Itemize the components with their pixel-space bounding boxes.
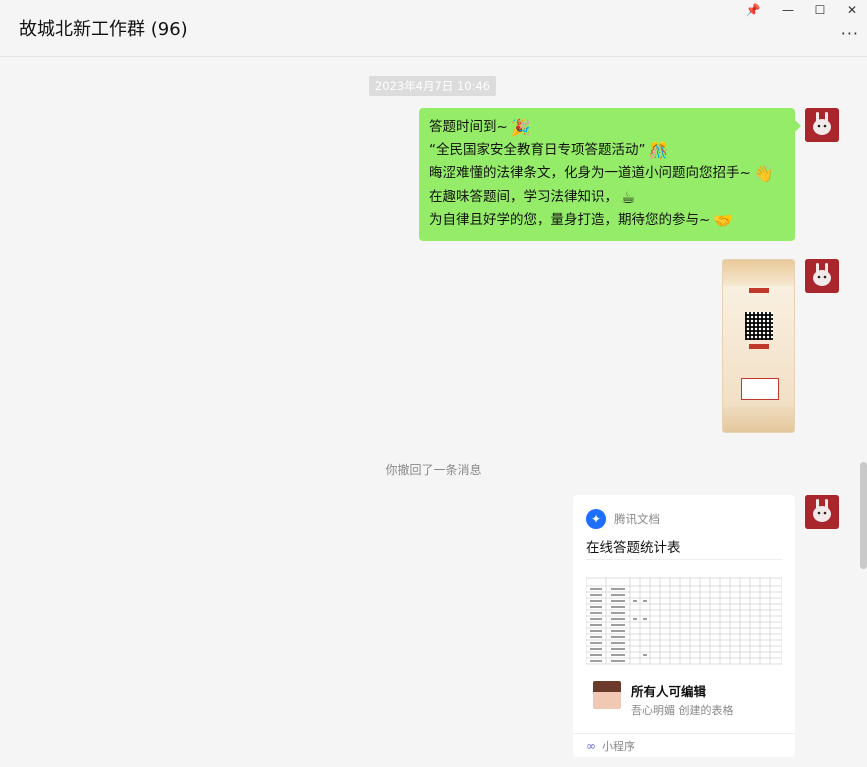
creator-info: 吾心明媚 创建的表格 (631, 704, 734, 717)
tencent-docs-icon: ✦ (586, 509, 606, 529)
message-line: 答题时间到~ 🎉 (429, 116, 785, 139)
sender-avatar[interactable] (805, 108, 839, 142)
card-footer: ∞ 小程序 (573, 733, 795, 757)
chat-area[interactable]: 2023年4月7日 10:46 答题时间到~ 🎉 “全民国家安全教育日专项答题活动… (0, 57, 867, 767)
sender-avatar[interactable] (805, 259, 839, 293)
creator-avatar (593, 681, 621, 709)
message-line: 在趣味答题间，学习法律知识， ☕ (429, 186, 785, 209)
message-line: 为自律且好学的您，量身打造，期待您的参与~ 🤝 (429, 209, 785, 232)
pin-icon[interactable]: 📌 (738, 0, 768, 20)
qr-code-image (745, 312, 773, 340)
card-title: 在线答题统计表 (586, 540, 681, 556)
spreadsheet-preview (586, 573, 782, 671)
message-line: 晦涩难懂的法律条文，化身为一道道小问题向您招手~ 👋 (429, 162, 785, 185)
waving-hand-icon: 👋 (753, 164, 774, 184)
party-popper-icon: 🎉 (510, 118, 531, 137)
coffee-icon: ☕ (621, 187, 636, 207)
mini-program-label: 小程序 (602, 739, 635, 753)
more-icon[interactable]: ··· (841, 24, 859, 43)
message-line: “全民国家安全教育日专项答题活动” 🎊 (429, 139, 785, 162)
sender-avatar[interactable] (805, 495, 839, 529)
close-icon[interactable]: ✕ (837, 0, 867, 20)
app-name: 腾讯文档 (614, 512, 660, 526)
firework-icon: 🎊 (648, 141, 669, 161)
chat-scrollbar[interactable] (860, 462, 867, 569)
chat-title: 故城北新工作群 (96) (19, 19, 188, 40)
app-source: ✦ 腾讯文档 (586, 509, 660, 529)
image-message[interactable] (722, 259, 795, 433)
mini-program-card[interactable]: ✦ 腾讯文档 在线答题统计表 所有人可编辑 吾心明媚 创建的表格 ∞ 小程序 (573, 495, 795, 757)
mini-program-icon: ∞ (586, 738, 596, 753)
maximize-icon[interactable]: ☐ (805, 0, 835, 20)
recall-notice: 你撤回了一条消息 (385, 463, 482, 477)
text-message-bubble[interactable]: 答题时间到~ 🎉 “全民国家安全教育日专项答题活动” 🎊 晦涩难懂的法律条文，化身为… (419, 108, 801, 241)
edit-permission: 所有人可编辑 (631, 684, 707, 699)
message-timestamp: 2023年4月7日 10:46 (369, 76, 496, 96)
minimize-icon[interactable]: — (773, 0, 803, 20)
title-bar: 故城北新工作群 (96) 📌 — ☐ ✕ ··· (0, 0, 867, 57)
editor-info: 所有人可编辑 吾心明媚 创建的表格 (593, 681, 734, 718)
handshake-icon: 🤝 (713, 210, 734, 230)
